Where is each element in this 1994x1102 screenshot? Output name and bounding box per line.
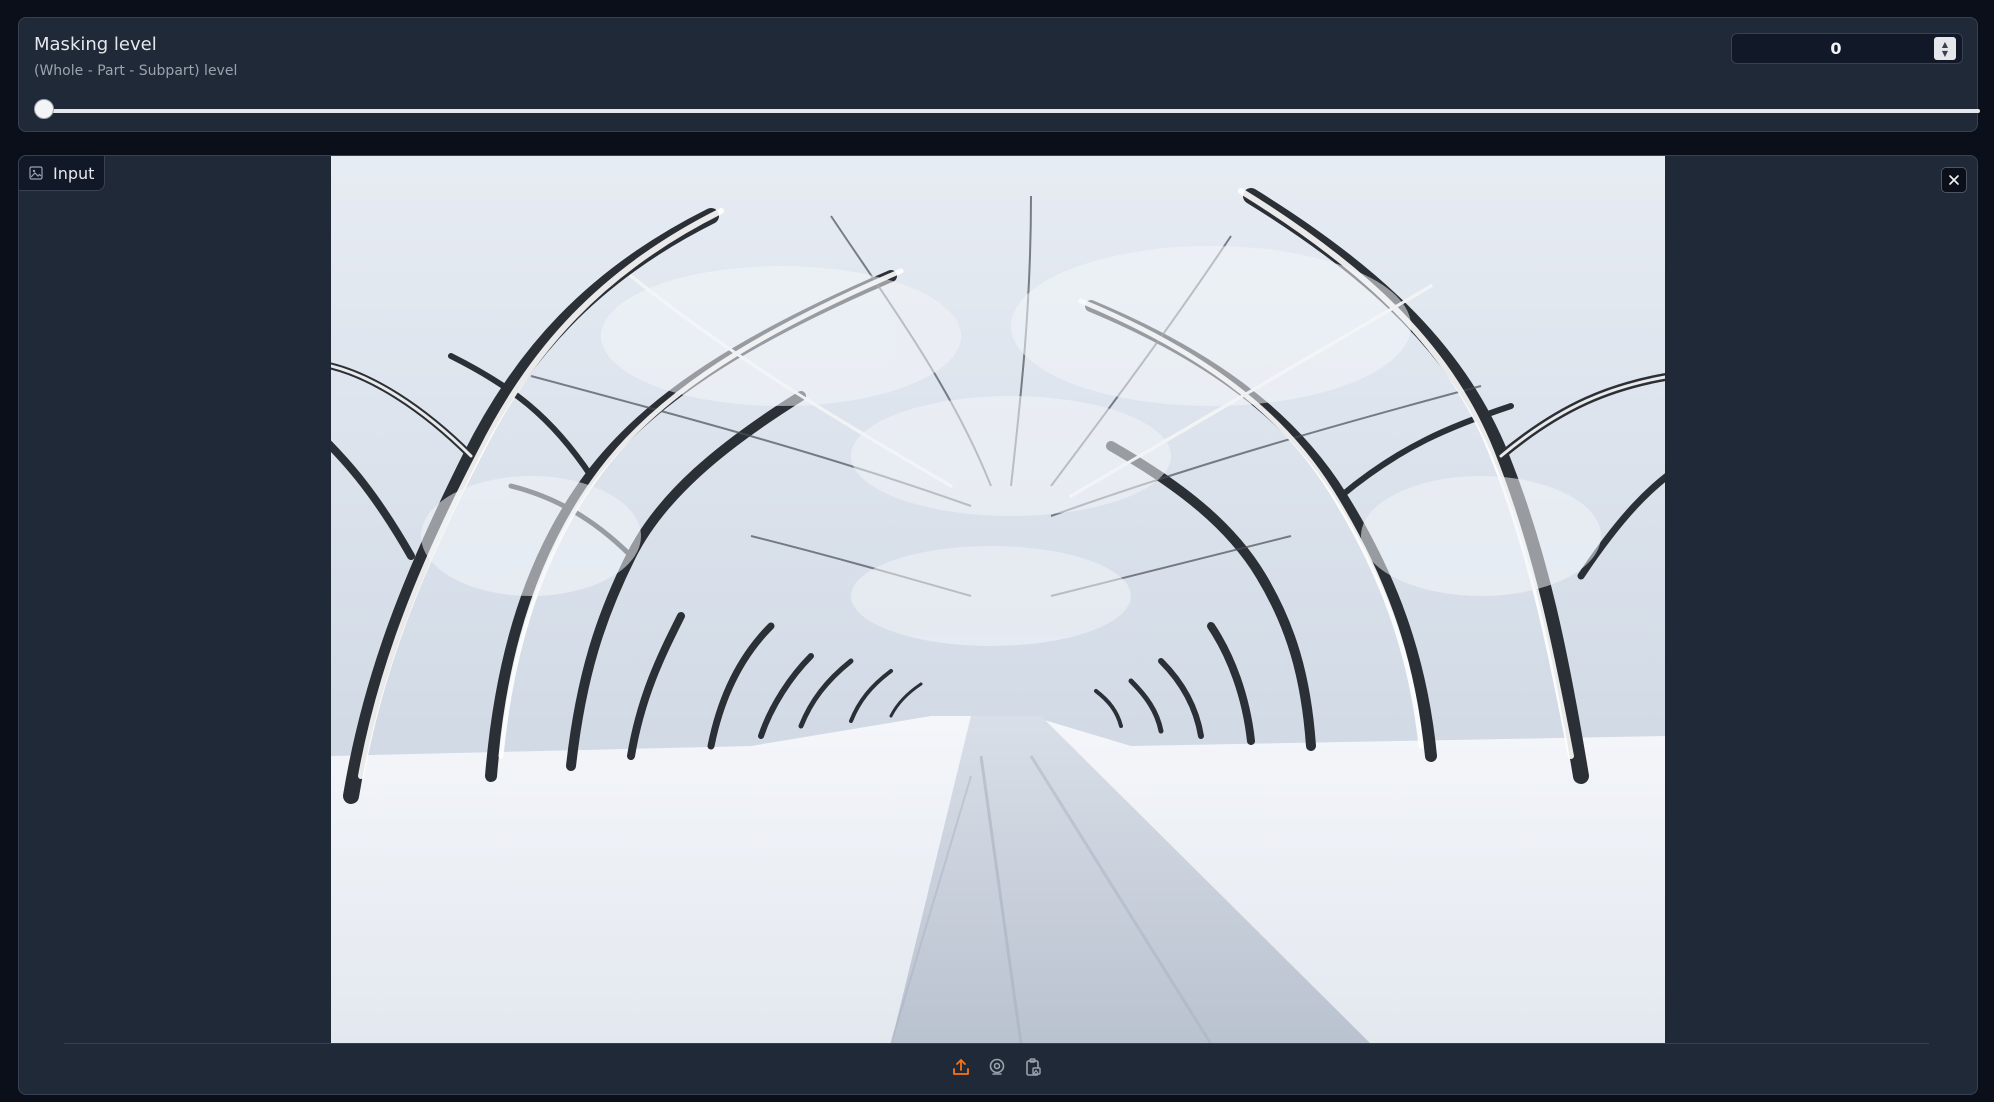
masking-level-slider-panel: Masking level (Whole - Part - Subpart) l… [18, 17, 1980, 132]
slider-thumb[interactable] [34, 99, 54, 119]
webcam-button[interactable] [985, 1057, 1009, 1081]
clipboard-icon [1023, 1057, 1043, 1081]
input-image [331, 156, 1665, 1044]
slider-label: Masking level [34, 34, 157, 55]
close-icon [1948, 171, 1960, 190]
image-source-toolbar [949, 1057, 1045, 1081]
input-label-text: Input [53, 163, 95, 183]
number-stepper[interactable]: ▲ ▼ [1934, 37, 1956, 60]
toolbar-divider [64, 1043, 1929, 1044]
masking-level-number-input[interactable]: 0 ▲ ▼ [1731, 33, 1963, 64]
webcam-icon [987, 1057, 1007, 1081]
stepper-up-icon[interactable]: ▲ [1942, 40, 1948, 49]
upload-icon [951, 1057, 971, 1081]
image-input-panel: Input [18, 155, 1978, 1095]
masking-level-value[interactable]: 0 [1732, 34, 1940, 63]
clear-image-button[interactable] [1941, 167, 1967, 193]
slider-track[interactable] [45, 109, 1980, 113]
input-block-label: Input [19, 156, 106, 191]
image-icon [29, 166, 43, 180]
stepper-down-icon[interactable]: ▼ [1942, 49, 1948, 58]
upload-button[interactable] [949, 1057, 973, 1081]
slider-info: (Whole - Part - Subpart) level [34, 63, 238, 79]
clipboard-button[interactable] [1021, 1057, 1045, 1081]
